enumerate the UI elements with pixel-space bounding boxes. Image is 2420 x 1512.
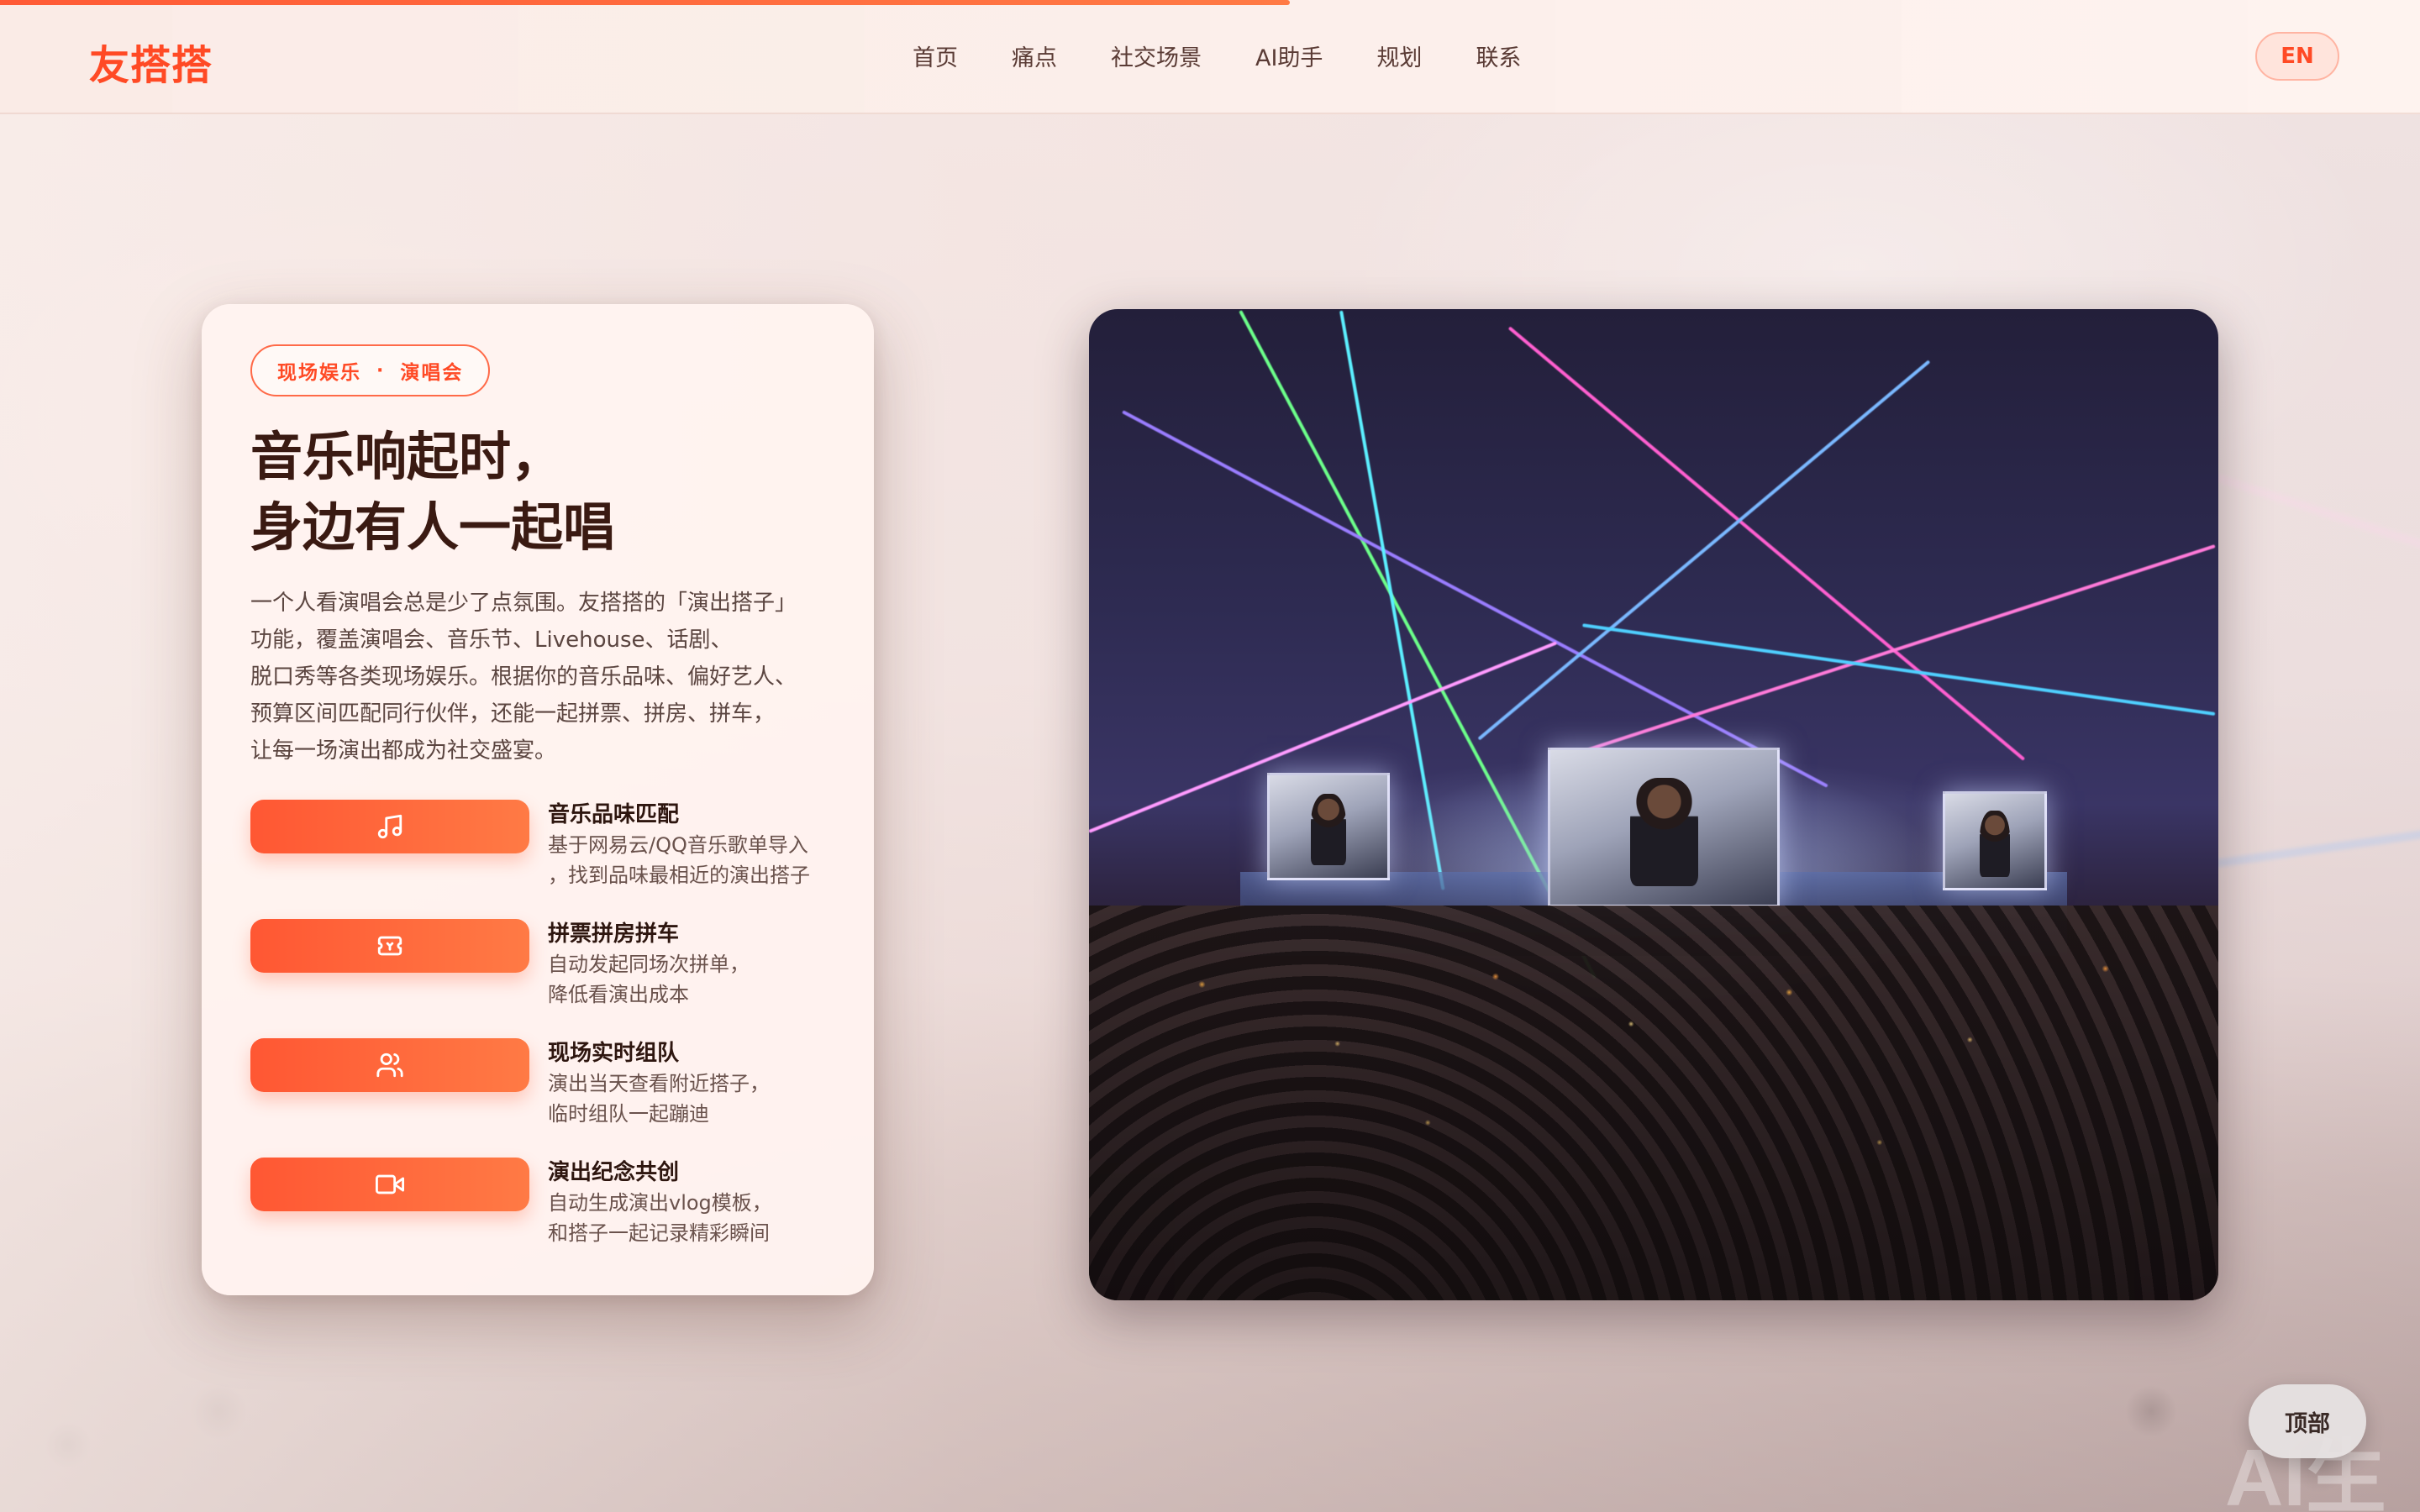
singer-silhouette [1980,811,2010,877]
feature-title: 现场实时组队 [548,1041,680,1066]
concert-photo [1089,309,2218,1300]
feature-description: 基于网易云/QQ音乐歌单导入 [548,833,808,857]
feature-list: 音乐品味匹配 基于网易云/QQ音乐歌单导入 ，找到品味最相近的演出搭子 拼票拼房… [250,800,825,1277]
description-line: 功能，覆盖演唱会、音乐节、Livehouse、话剧、 [250,627,733,653]
main-nav: 首页 痛点 社交场景 AI助手 规划 联系 [913,42,1521,76]
brand-logo[interactable]: 友搭搭 [89,32,213,91]
feature-item-music-match: 音乐品味匹配 基于网易云/QQ音乐歌单导入 ，找到品味最相近的演出搭子 [250,800,825,919]
nav-link-home[interactable]: 首页 [913,42,958,76]
stage-screen-left [1267,773,1390,880]
users-icon [376,1053,403,1078]
feature-item-live-team: 现场实时组队 演出当天查看附近搭子， 临时组队一起蹦迪 [250,1038,825,1158]
top-navigation-bar: 友搭搭 首页 痛点 社交场景 AI助手 规划 联系 EN [0,0,2420,114]
music-note-icon [377,814,402,839]
description-line: 让每一场演出都成为社交盛宴。 [250,738,557,764]
nav-link-ai-assistant[interactable]: AI助手 [1255,42,1323,76]
laser-beam [1122,410,1828,788]
category-tag-right: 演唱会 [400,362,464,384]
feature-text: 演出纪念共创 自动生成演出vlog模板， 和搭子一起记录精彩瞬间 [548,1158,850,1277]
description-line: 脱口秀等各类现场娱乐。根据你的音乐品味、偏好艺人、 [250,664,797,690]
singer-silhouette [1629,778,1698,886]
nav-link-roadmap[interactable]: 规划 [1376,42,1422,76]
feature-title: 音乐品味匹配 [548,802,680,827]
nav-link-contact[interactable]: 联系 [1476,42,1521,76]
concert-feature-card: 现场娱乐 · 演唱会 音乐响起时， 身边有人一起唱 一个人看演唱会总是少了点氛围… [202,304,874,1295]
feature-item-memory-cocreate: 演出纪念共创 自动生成演出vlog模板， 和搭子一起记录精彩瞬间 [250,1158,825,1277]
feature-button-memory-cocreate[interactable] [250,1158,529,1211]
feature-description: 自动发起同场次拼单， [548,953,750,976]
section-description: 一个人看演唱会总是少了点氛围。友搭搭的「演出搭子」 功能，覆盖演唱会、音乐节、L… [250,585,830,769]
description-line: 预算区间匹配同行伙伴，还能一起拼票、拼房、拼车， [250,701,776,727]
laser-beam [1477,360,1931,741]
nav-link-pain-points[interactable]: 痛点 [1012,42,1057,76]
stage-screen-center [1548,748,1780,907]
nav-link-social-scenes[interactable]: 社交场景 [1111,42,1202,76]
feature-text: 现场实时组队 演出当天查看附近搭子， 临时组队一起蹦迪 [548,1038,850,1158]
feature-description: 演出当天查看附近搭子， [548,1072,770,1095]
feature-title: 演出纪念共创 [548,1160,680,1185]
feature-description: 临时组队一起蹦迪 [548,1102,709,1126]
feature-button-music-match[interactable] [250,800,529,853]
feature-button-group-buy[interactable] [250,919,529,973]
back-to-top-button[interactable]: 顶部 [2249,1384,2366,1458]
category-tag: 现场娱乐 · 演唱会 [250,344,491,396]
feature-item-group-buy: 拼票拼房拼车 自动发起同场次拼单， 降低看演出成本 [250,919,825,1038]
scroll-progress-fill [0,0,1291,5]
feature-button-live-team[interactable] [250,1038,529,1092]
ticket-icon [377,936,402,956]
feature-description: 自动生成演出vlog模板， [548,1191,772,1215]
scroll-progress-bar [0,0,2420,5]
feature-title: 拼票拼房拼车 [548,921,680,947]
laser-beam [1507,326,2026,761]
concert-crowd [1089,906,2218,1300]
feature-description: 降低看演出成本 [548,983,689,1006]
headline-line-2: 身边有人一起唱 [250,496,616,558]
category-tag-separator: · [376,360,386,381]
singer-silhouette [1311,793,1346,866]
feature-description: 和搭子一起记录精彩瞬间 [548,1221,770,1245]
video-camera-icon [376,1174,404,1194]
category-tag-left: 现场娱乐 [277,362,361,384]
feature-description: ，找到品味最相近的演出搭子 [548,864,810,887]
section-headline: 音乐响起时， 身边有人一起唱 [250,422,825,563]
description-line: 一个人看演唱会总是少了点氛围。友搭搭的「演出搭子」 [250,591,797,616]
laser-beam [1582,623,2216,716]
language-toggle-button[interactable]: EN [2255,32,2339,81]
headline-line-1: 音乐响起时， [250,426,564,487]
feature-text: 拼票拼房拼车 自动发起同场次拼单， 降低看演出成本 [548,919,850,1038]
stage-screen-right [1943,791,2047,890]
feature-text: 音乐品味匹配 基于网易云/QQ音乐歌单导入 ，找到品味最相近的演出搭子 [548,800,850,919]
